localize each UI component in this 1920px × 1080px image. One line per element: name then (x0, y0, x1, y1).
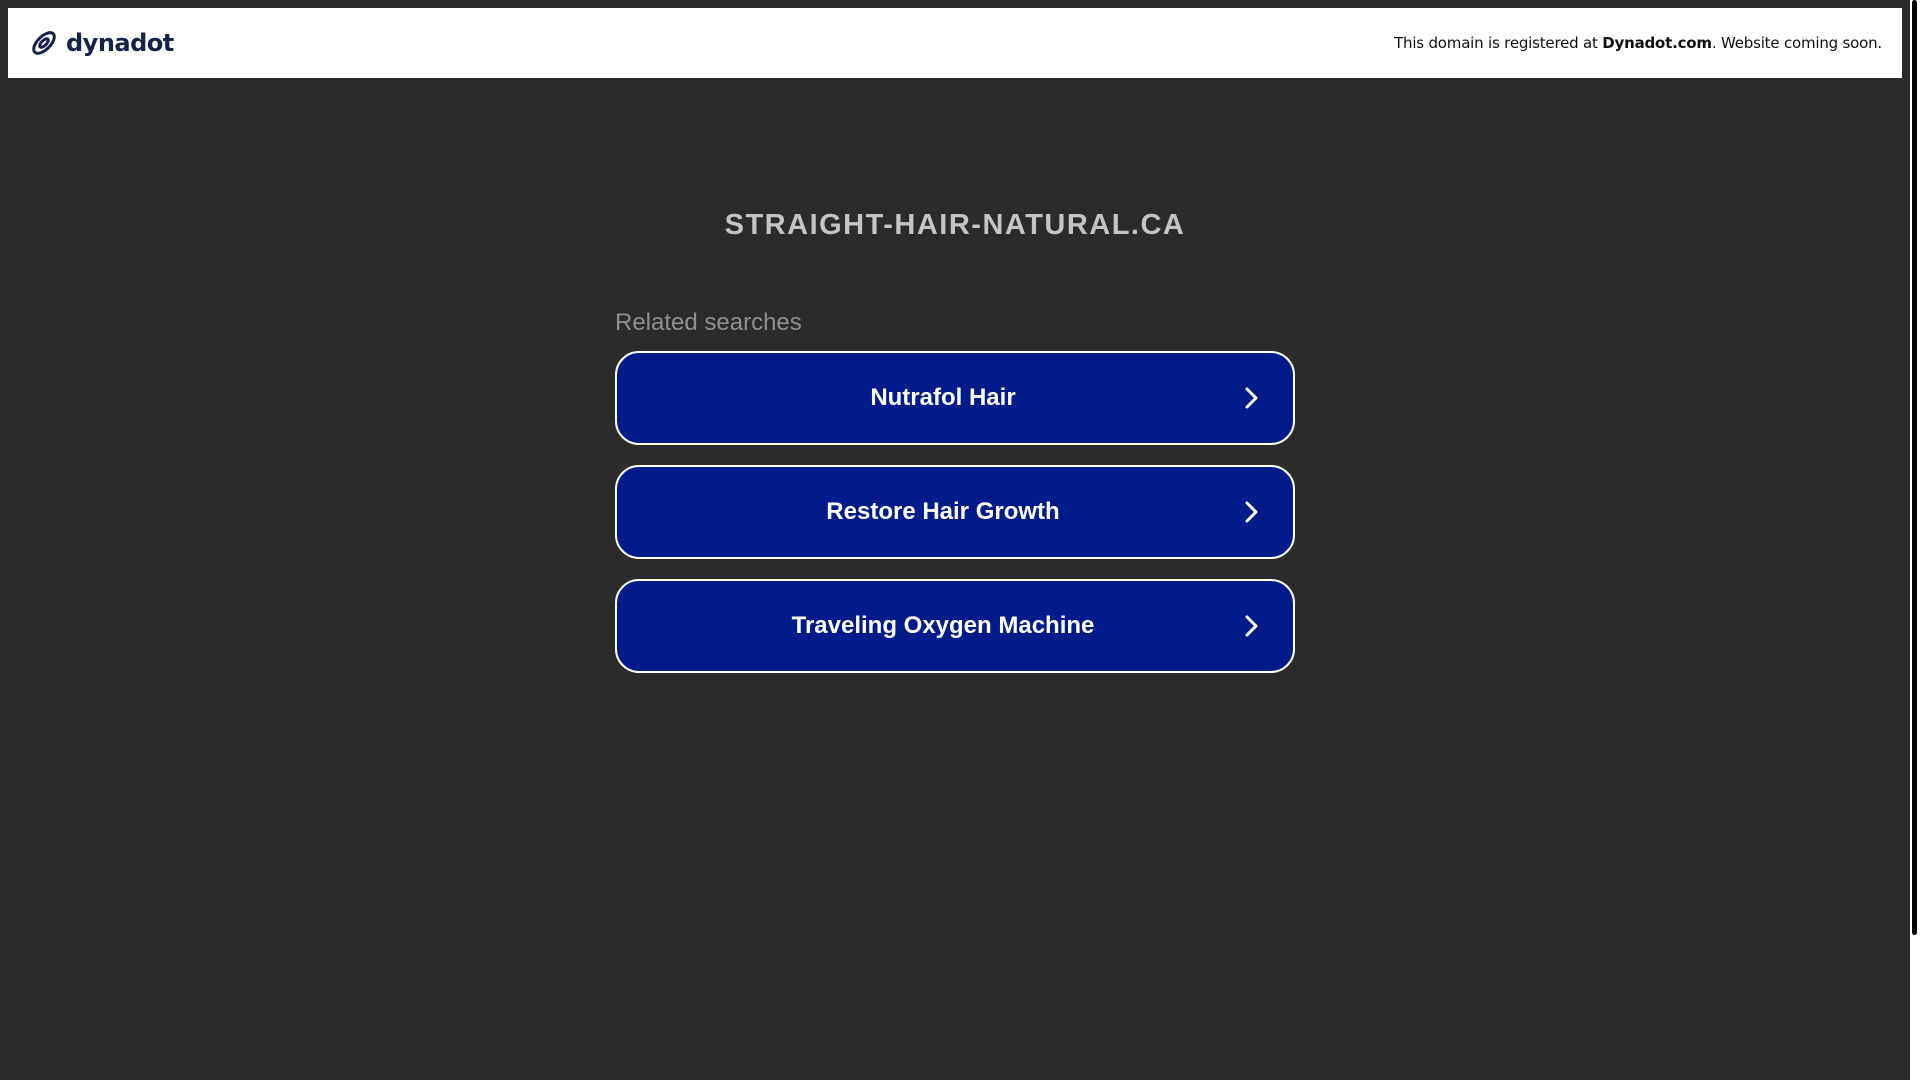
notice-suffix: . Website coming soon. (1711, 34, 1882, 52)
related-searches: Related searches Nutrafol Hair Restore H… (615, 309, 1295, 693)
search-button-nutrafol-hair[interactable]: Nutrafol Hair (615, 351, 1295, 445)
brand-link[interactable]: dynadot (28, 27, 174, 59)
related-searches-heading: Related searches (615, 309, 802, 336)
dynadot-link[interactable]: Dynadot.com (1602, 34, 1712, 52)
domain-title: STRAIGHT-HAIR-NATURAL.CA (724, 209, 1186, 241)
search-button-traveling-oxygen-machine[interactable]: Traveling Oxygen Machine (615, 579, 1295, 673)
page: dynadot This domain is registered at Dyn… (0, 0, 1920, 1080)
chevron-right-icon (1245, 501, 1258, 523)
chevron-right-icon (1245, 387, 1258, 409)
notice-prefix: This domain is registered at (1394, 34, 1603, 52)
dynadot-logo-icon (28, 27, 60, 59)
search-button-restore-hair-growth[interactable]: Restore Hair Growth (615, 465, 1295, 559)
scrollbar-thumb[interactable] (1912, 0, 1917, 935)
brand-name: dynadot (66, 29, 174, 57)
search-button-label: Restore Hair Growth (826, 498, 1060, 525)
search-button-label: Traveling Oxygen Machine (791, 612, 1095, 639)
scrollbar[interactable] (1910, 0, 1920, 1080)
search-button-label: Nutrafol Hair (870, 384, 1016, 411)
top-bar: dynadot This domain is registered at Dyn… (8, 8, 1902, 78)
chevron-right-icon (1245, 615, 1258, 637)
registration-notice: This domain is registered at Dynadot.com… (1394, 34, 1882, 52)
